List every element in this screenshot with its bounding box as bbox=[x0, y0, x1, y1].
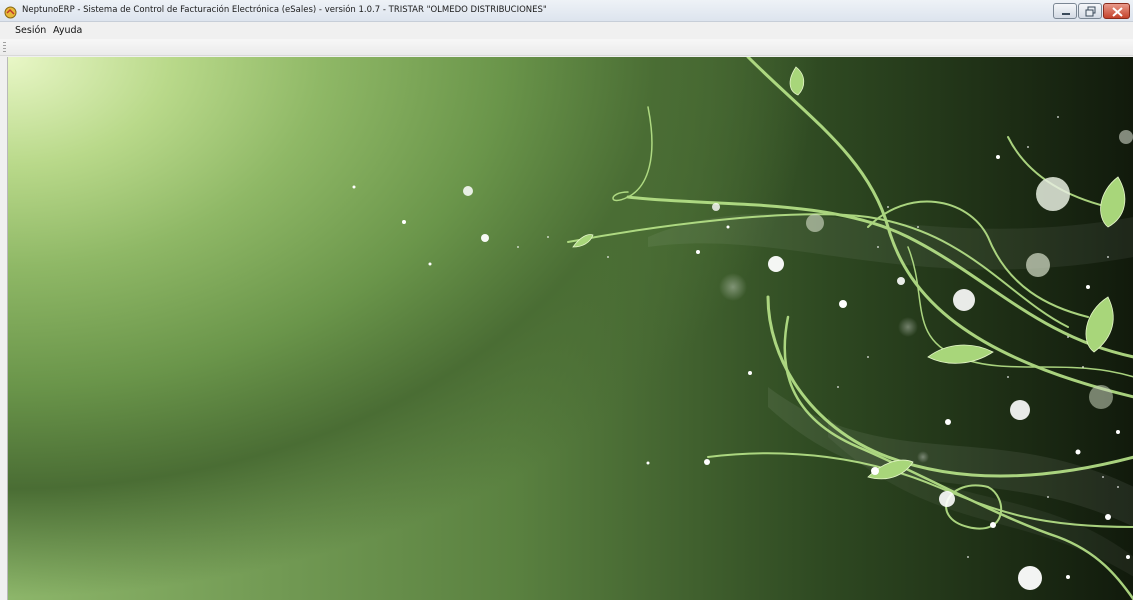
menu-ayuda[interactable]: Ayuda bbox=[53, 24, 82, 37]
close-button[interactable] bbox=[1103, 3, 1130, 19]
mdi-client-area bbox=[7, 57, 1133, 600]
minimize-icon bbox=[1062, 13, 1070, 15]
app-icon[interactable] bbox=[4, 4, 17, 19]
maximize-button[interactable] bbox=[1078, 3, 1102, 19]
background-artwork bbox=[352, 57, 1133, 600]
toolbar bbox=[0, 39, 1133, 56]
maximize-icon bbox=[1085, 6, 1096, 17]
minimize-button[interactable] bbox=[1053, 3, 1077, 19]
window-title: NeptunoERP - Sistema de Control de Factu… bbox=[22, 5, 547, 15]
menu-bar: Sesión Ayuda bbox=[0, 22, 1133, 39]
title-bar[interactable]: NeptunoERP - Sistema de Control de Factu… bbox=[0, 0, 1133, 22]
menu-sesion[interactable]: Sesión bbox=[15, 24, 46, 37]
close-icon bbox=[1112, 7, 1123, 17]
toolbar-grip[interactable] bbox=[3, 42, 6, 53]
